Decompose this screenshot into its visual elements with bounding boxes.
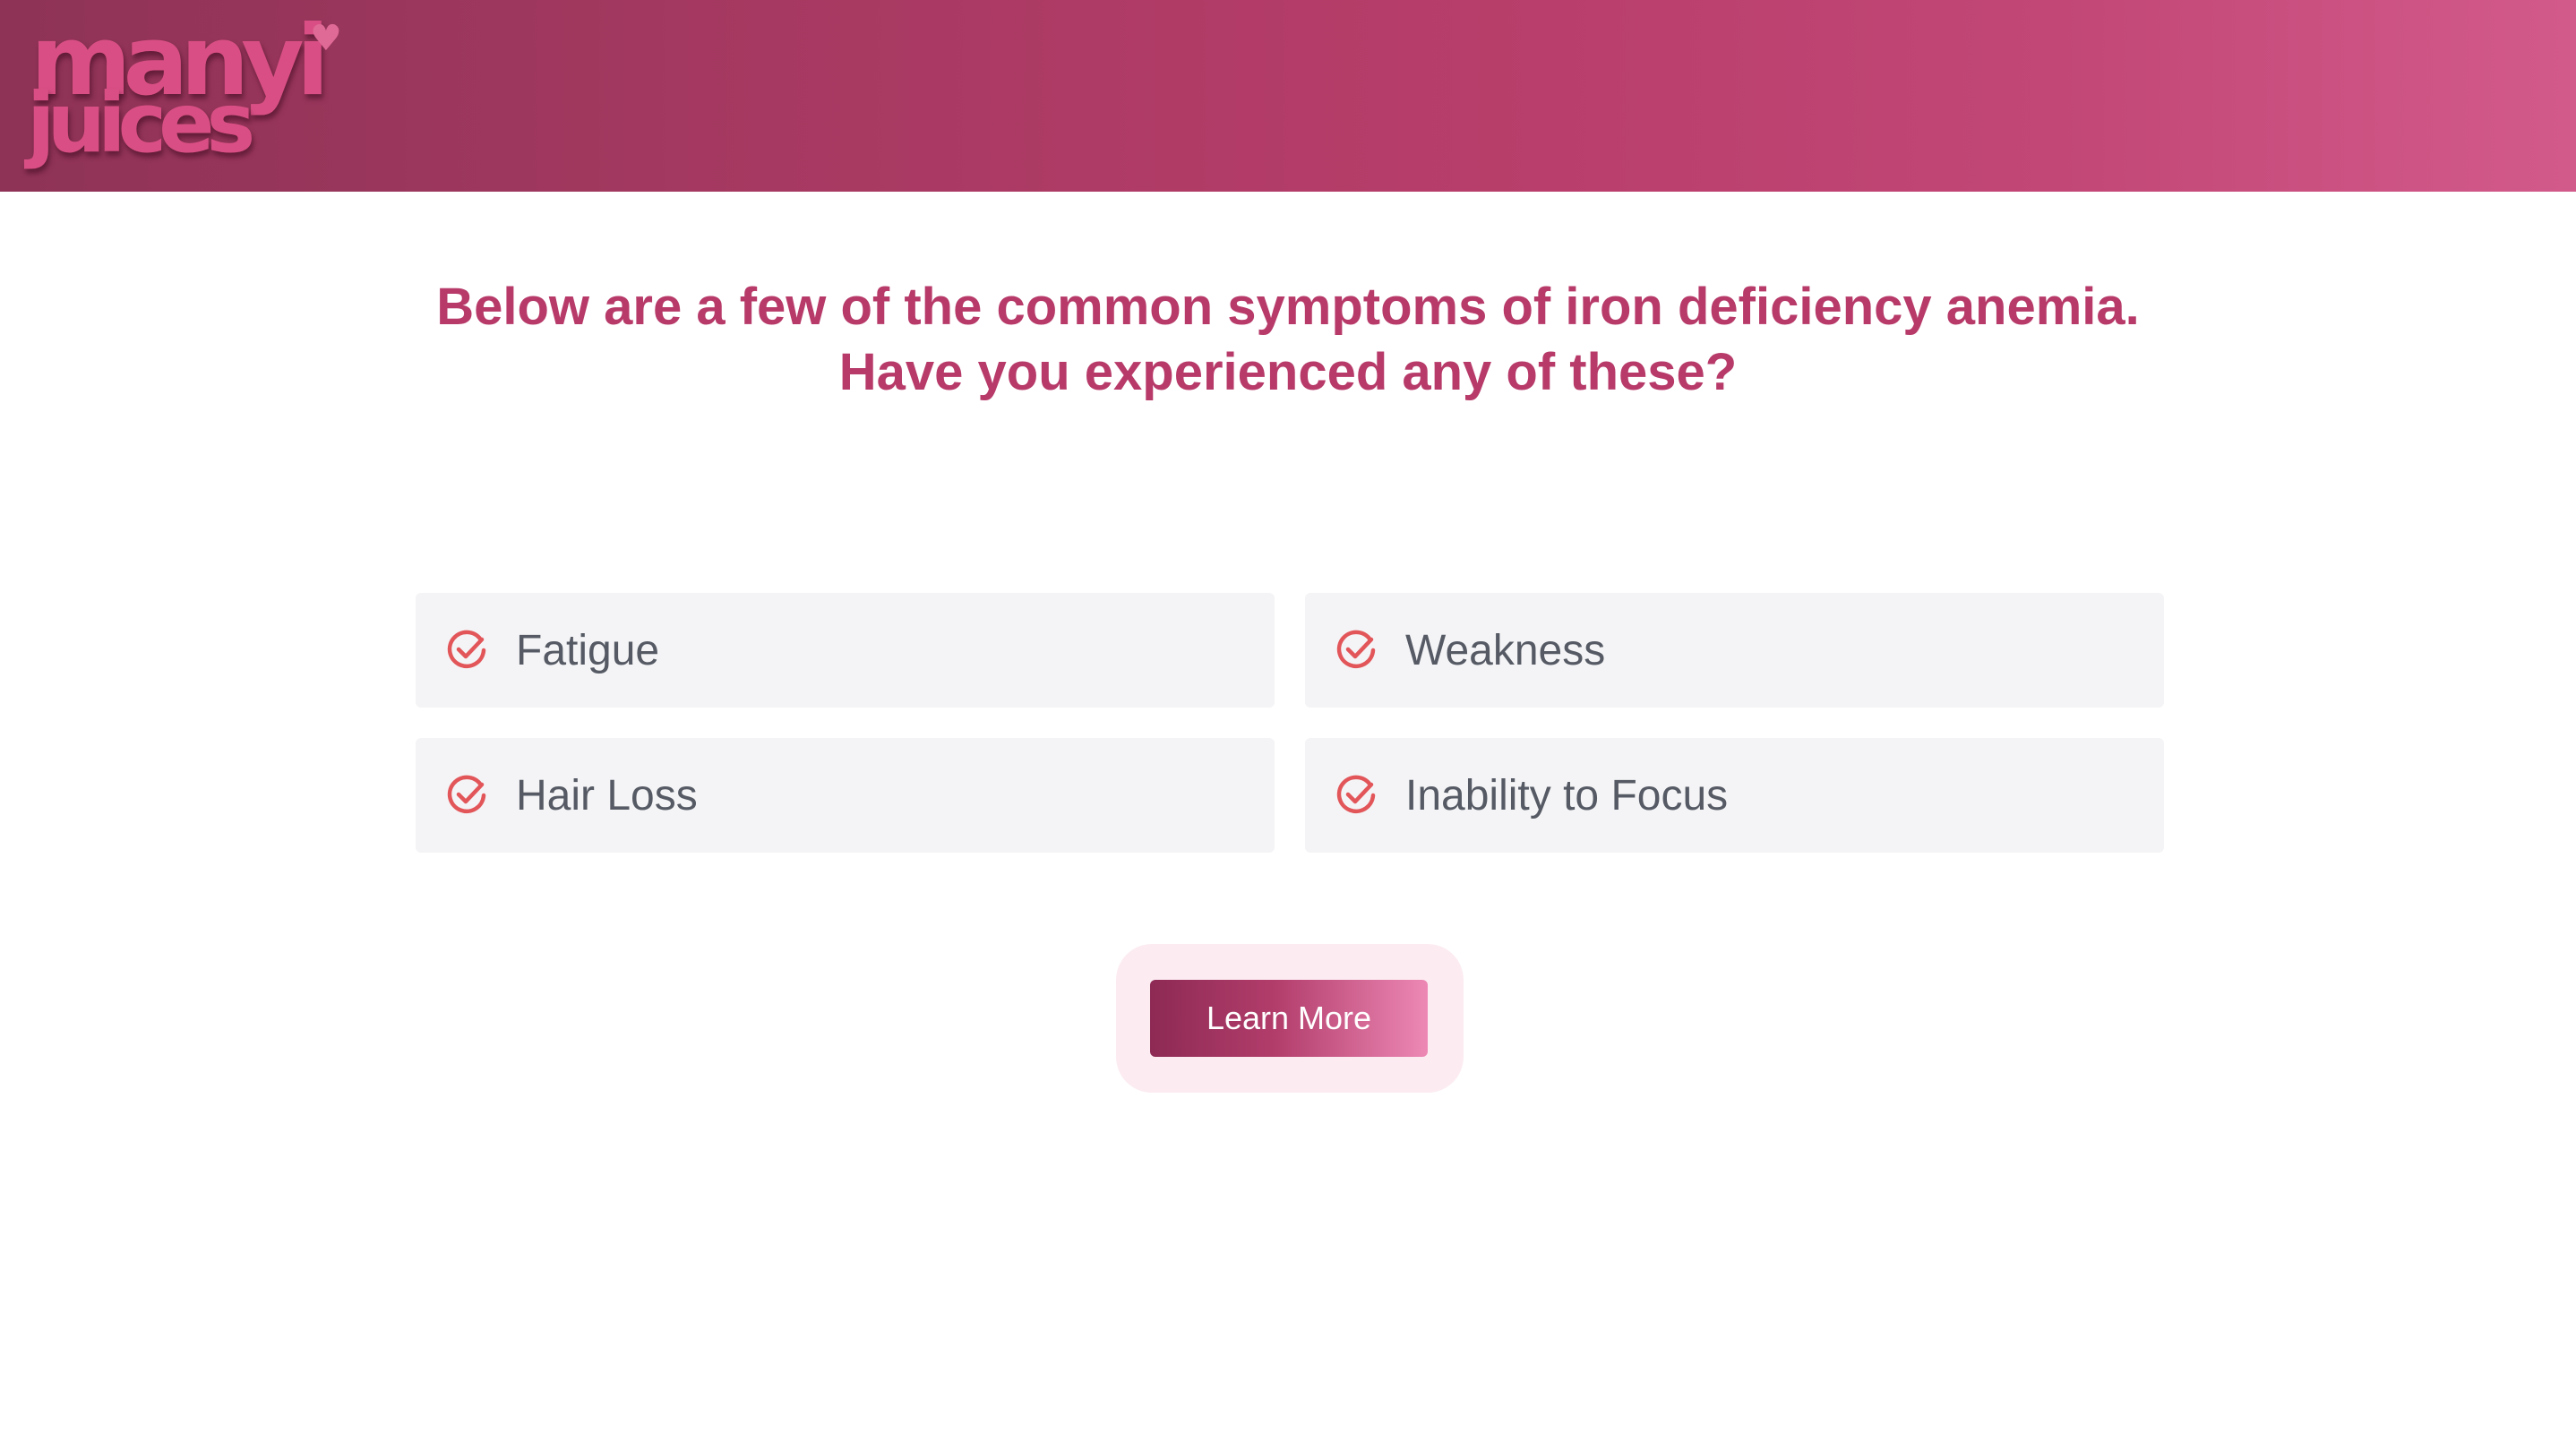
headline-line-2: Have you experienced any of these? [838, 343, 1738, 401]
symptom-label: Fatigue [516, 626, 660, 674]
check-circle-icon [1336, 775, 1376, 814]
page-headline: Below are a few of the common symptoms o… [0, 274, 2576, 405]
symptom-card-hair-loss: Hair Loss [416, 738, 1275, 853]
learn-more-button[interactable]: Learn More [1150, 980, 1428, 1057]
symptom-card-fatigue: Fatigue [416, 593, 1275, 708]
symptoms-grid: Fatigue Weakness Hair Loss Inability to … [416, 593, 2164, 853]
logo-wordmark-juices: juices [27, 75, 255, 171]
symptom-card-weakness: Weakness [1305, 593, 2164, 708]
check-circle-icon [1336, 630, 1376, 669]
check-circle-icon [447, 775, 486, 814]
check-circle-icon [447, 630, 486, 669]
heart-icon: ♥ [310, 18, 342, 59]
symptom-card-inability-to-focus: Inability to Focus [1305, 738, 2164, 853]
symptom-label: Inability to Focus [1405, 771, 1729, 819]
brand-logo[interactable]: manyi juices ♥ [25, 5, 342, 183]
cta-container: Learn More [1116, 944, 1464, 1093]
symptom-label: Weakness [1405, 626, 1606, 674]
symptom-label: Hair Loss [516, 771, 698, 819]
site-header: manyi juices ♥ [0, 0, 2576, 192]
headline-line-1: Below are a few of the common symptoms o… [436, 278, 2140, 336]
